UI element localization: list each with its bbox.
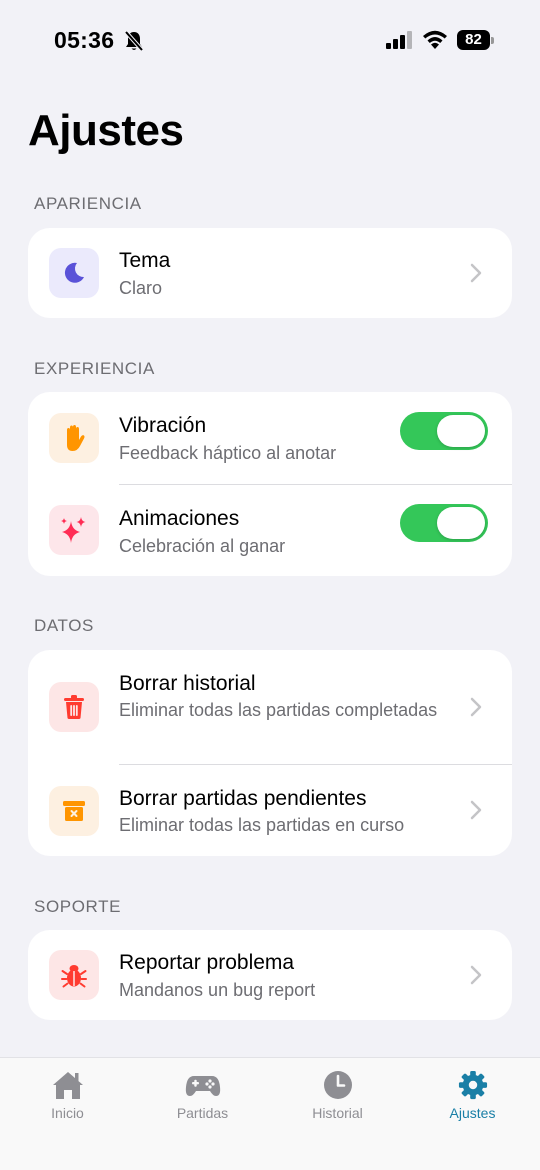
card-apariencia: Tema Claro (28, 228, 512, 318)
gear-icon (458, 1070, 487, 1100)
row-title: Tema (119, 249, 171, 272)
settings-row-animaciones: Animaciones Celebración al ganar (28, 485, 512, 576)
vibracion-toggle[interactable] (400, 412, 488, 450)
moon-icon (49, 248, 99, 298)
row-subtitle: Celebración al ganar (119, 536, 286, 556)
toggle-knob (437, 507, 485, 539)
home-icon (52, 1072, 83, 1099)
chevron-right-icon (470, 800, 482, 820)
tab-inicio[interactable]: Inicio (0, 1058, 135, 1138)
animaciones-toggle[interactable] (400, 504, 488, 542)
section-header-soporte: SOPORTE (34, 897, 122, 916)
clock-icon (323, 1071, 352, 1099)
bug-icon (49, 950, 99, 1000)
battery-indicator: 82 (457, 30, 494, 50)
row-subtitle: Claro (119, 278, 163, 298)
row-subtitle: Eliminar todas las partidas completadas (119, 700, 438, 720)
tab-label: Partidas (176, 1105, 229, 1121)
cellular-signal-icon (386, 31, 412, 49)
bell-slash-icon (124, 30, 144, 52)
section-header-datos: DATOS (34, 616, 94, 635)
hand-icon (49, 413, 99, 463)
status-time: 05:36 (54, 27, 115, 53)
settings-row-vibracion: Vibración Feedback háptico al anotar (28, 392, 512, 484)
chevron-right-icon (470, 263, 482, 283)
chevron-right-icon (470, 697, 482, 717)
battery-level: 82 (457, 30, 490, 50)
tab-label: Ajustes (449, 1105, 496, 1121)
settings-row-borrar-pendientes[interactable]: Borrar partidas pendientes Eliminar toda… (28, 765, 512, 856)
settings-row-reportar[interactable]: Reportar problema Mandanos un bug report (28, 930, 512, 1020)
tab-bar: Inicio Partidas Historial Ajustes (0, 1057, 540, 1170)
row-title: Borrar historial (119, 672, 256, 695)
trash-icon (49, 682, 99, 732)
settings-row-borrar-historial[interactable]: Borrar historial Eliminar todas las part… (28, 650, 512, 764)
tab-label: Inicio (51, 1105, 84, 1121)
row-title: Reportar problema (119, 951, 295, 974)
section-header-apariencia: APARIENCIA (34, 194, 142, 213)
row-title: Borrar partidas pendientes (119, 787, 367, 810)
row-title: Animaciones (119, 507, 240, 530)
card-datos: Borrar historial Eliminar todas las part… (28, 650, 512, 856)
tab-label: Historial (312, 1105, 363, 1121)
card-experiencia: Vibración Feedback háptico al anotar Ani… (28, 392, 512, 576)
row-subtitle: Mandanos un bug report (119, 980, 316, 1000)
status-bar: 05:36 82 (0, 0, 540, 80)
tab-partidas[interactable]: Partidas (135, 1058, 270, 1138)
row-subtitle: Eliminar todas las partidas en curso (119, 815, 405, 835)
gamepad-icon (185, 1076, 220, 1096)
tab-historial[interactable]: Historial (270, 1058, 405, 1138)
wifi-icon (423, 30, 447, 49)
page-title: Ajustes (28, 106, 184, 155)
chevron-right-icon (470, 965, 482, 985)
card-soporte: Reportar problema Mandanos un bug report (28, 930, 512, 1020)
row-title: Vibración (119, 414, 207, 437)
settings-row-tema[interactable]: Tema Claro (28, 228, 512, 318)
section-header-experiencia: EXPERIENCIA (34, 359, 155, 378)
archive-x-icon (49, 786, 99, 836)
row-subtitle: Feedback háptico al anotar (119, 443, 337, 463)
tab-ajustes[interactable]: Ajustes (405, 1058, 540, 1138)
toggle-knob (437, 415, 485, 447)
sparkles-icon (49, 505, 99, 555)
